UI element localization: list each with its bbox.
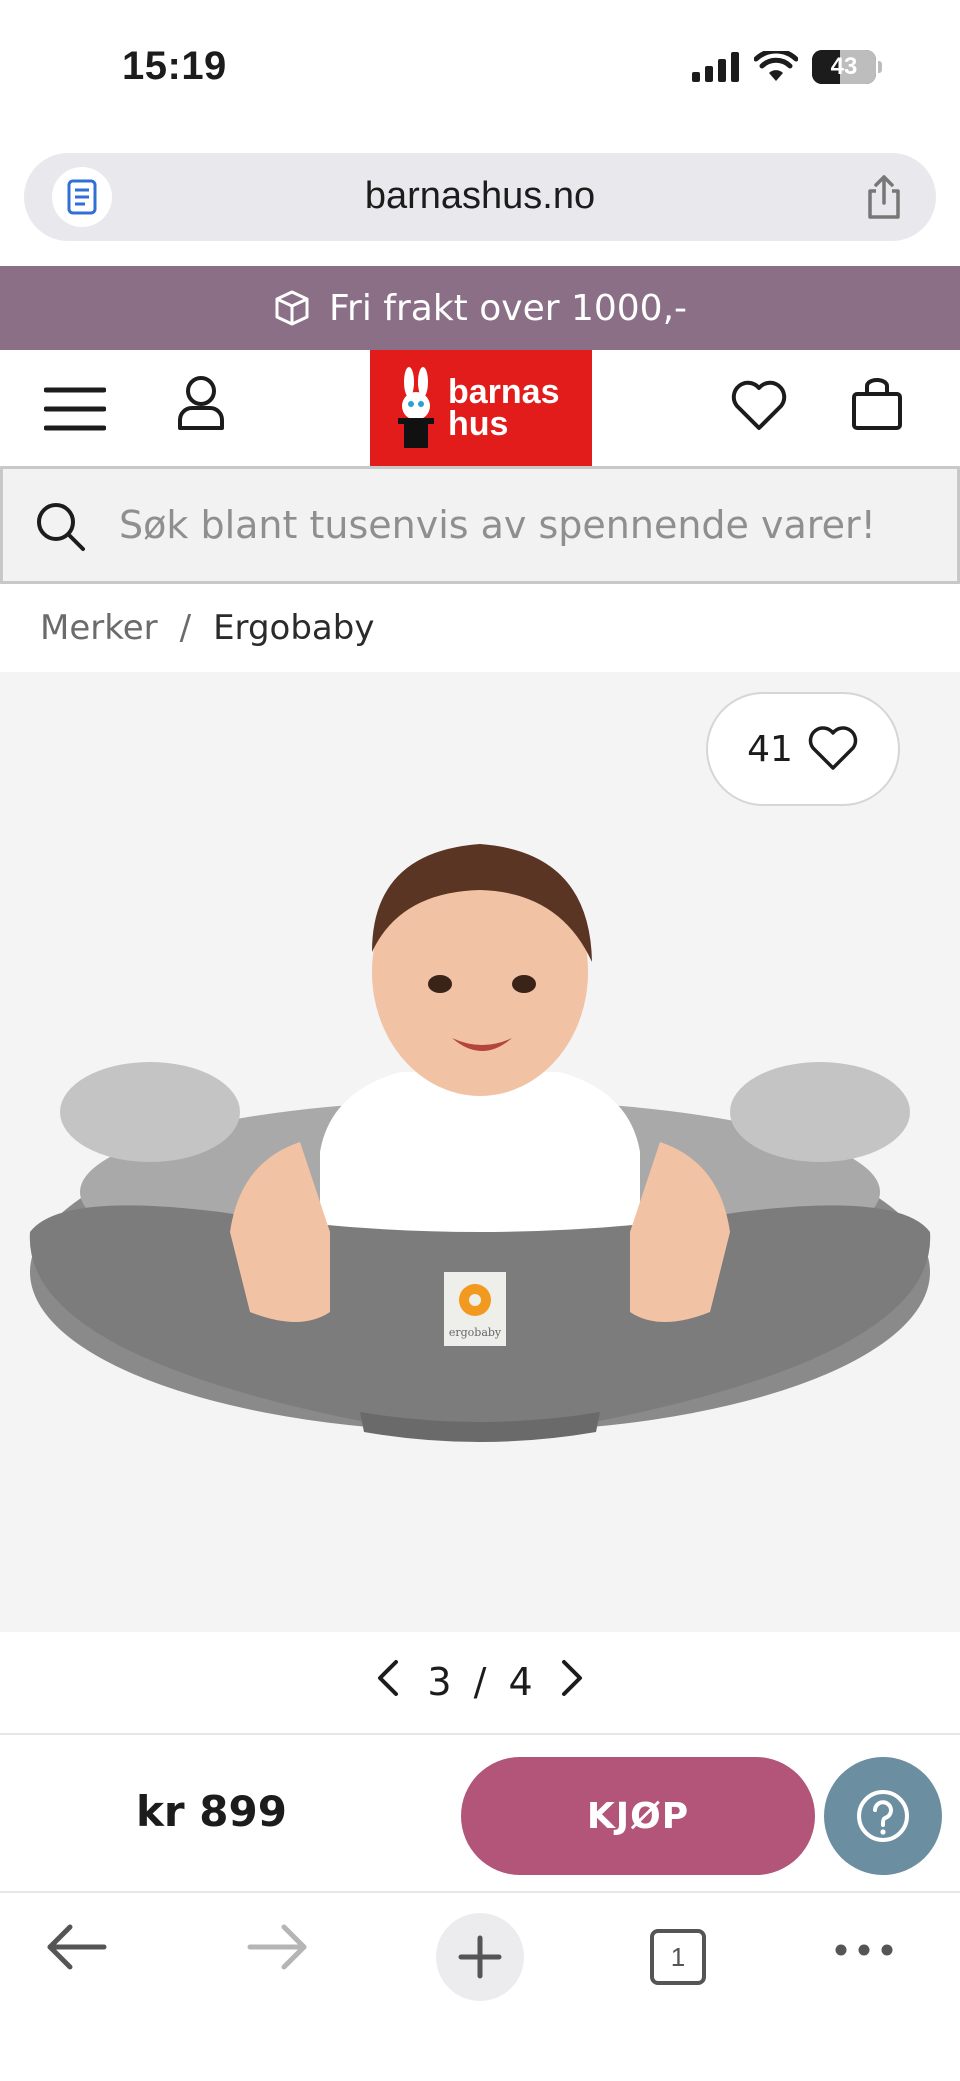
- favorite-button[interactable]: 41: [706, 692, 900, 806]
- promo-text: Fri frakt over 1000,-: [328, 287, 688, 329]
- browser-toolbar: 1: [0, 1891, 960, 2081]
- new-tab-button[interactable]: [436, 1913, 524, 2001]
- image-pager: 3 / 4: [0, 1632, 960, 1732]
- product-price: kr 899: [136, 1787, 287, 1836]
- account-button[interactable]: [176, 374, 226, 436]
- image-counter: 3 / 4: [420, 1660, 540, 1704]
- share-button[interactable]: [864, 173, 904, 225]
- more-menu-button[interactable]: [834, 1943, 894, 1957]
- search-bar[interactable]: [0, 466, 960, 584]
- tab-count-icon: 1: [650, 1929, 706, 1985]
- site-header: barnas hus: [0, 350, 960, 466]
- url-text[interactable]: barnashus.no: [24, 175, 936, 218]
- battery-level: 43: [830, 53, 858, 80]
- pager-separator: /: [473, 1660, 487, 1704]
- purchase-bar: kr 899 KJØP: [0, 1733, 960, 1891]
- breadcrumb-separator: /: [179, 608, 192, 648]
- package-icon: [275, 290, 309, 326]
- heart-icon: [808, 726, 858, 770]
- arrow-right-icon: [247, 1924, 307, 1970]
- tabs-button[interactable]: 1: [650, 1929, 706, 1985]
- status-icons: 43: [692, 50, 882, 84]
- wishlist-button[interactable]: [730, 380, 788, 436]
- back-button[interactable]: [44, 1923, 108, 1971]
- battery-icon: 43: [812, 50, 876, 84]
- status-time: 15:19: [122, 44, 227, 88]
- favorites-count: 41: [747, 728, 793, 770]
- menu-button[interactable]: [43, 386, 107, 436]
- forward-button[interactable]: [246, 1923, 310, 1971]
- free-shipping-banner: Fri frakt over 1000,-: [0, 266, 960, 350]
- logo-text: barnas hus: [448, 373, 560, 443]
- rabbit-in-hat-icon: [398, 367, 434, 448]
- product-image: ergobaby: [29, 844, 931, 1442]
- next-image-button[interactable]: [558, 1658, 586, 1707]
- breadcrumb: Merker / Ergobaby: [40, 608, 374, 648]
- search-icon: [37, 503, 85, 551]
- plus-icon: [458, 1935, 502, 1979]
- search-input[interactable]: [119, 495, 939, 555]
- address-bar[interactable]: barnashus.no: [24, 153, 936, 241]
- breadcrumb-current-ergobaby[interactable]: Ergobaby: [213, 608, 374, 648]
- product-image-gallery[interactable]: ergobaby 41: [0, 672, 960, 1632]
- chevron-right-icon: [562, 1659, 582, 1696]
- share-icon: [868, 175, 900, 219]
- cellular-signal-icon: [692, 52, 739, 82]
- current-image-number: 3: [427, 1660, 452, 1704]
- site-logo[interactable]: barnas hus: [370, 350, 592, 466]
- user-icon: [178, 376, 224, 430]
- help-button[interactable]: [824, 1757, 942, 1875]
- breadcrumb-link-merker[interactable]: Merker: [40, 608, 158, 648]
- product-brand-tag: ergobaby: [449, 1326, 502, 1339]
- heart-icon: [731, 380, 787, 430]
- status-bar: 15:19 43: [0, 0, 960, 140]
- more-dots-icon: [835, 1944, 893, 1956]
- chevron-left-icon: [378, 1659, 398, 1696]
- buy-button[interactable]: KJØP: [461, 1757, 815, 1875]
- hamburger-menu-icon: [43, 387, 107, 431]
- shopping-bag-icon: [852, 378, 902, 430]
- previous-image-button[interactable]: [374, 1658, 402, 1707]
- total-image-count: 4: [508, 1660, 533, 1704]
- wifi-icon: [754, 51, 798, 81]
- arrow-left-icon: [47, 1924, 107, 1970]
- cart-button[interactable]: [850, 376, 904, 436]
- question-mark-icon: [857, 1790, 909, 1842]
